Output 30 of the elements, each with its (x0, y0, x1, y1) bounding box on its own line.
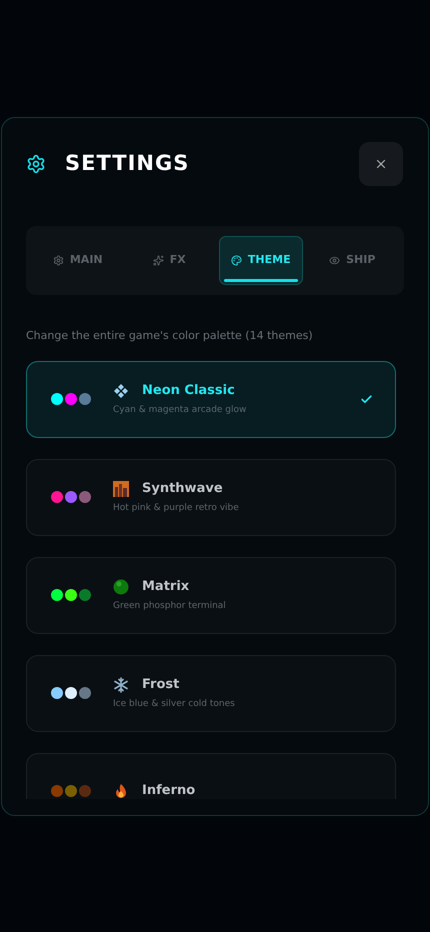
theme-subtitle: Green phosphor terminal (113, 600, 227, 612)
eye-icon (329, 255, 340, 266)
theme-name: Matrix (142, 578, 190, 596)
settings-icon (26, 154, 46, 174)
diamond-icon (113, 382, 129, 399)
theme-option[interactable]: Frost Ice blue & silver cold tones (26, 654, 396, 732)
sparkle-icon (152, 255, 164, 266)
theme-subtitle: Cyan & magenta arcade glow (113, 404, 248, 416)
theme-name: Inferno (142, 782, 196, 799)
close-button[interactable] (359, 142, 403, 186)
city-icon (113, 480, 129, 497)
theme-option[interactable]: Synthwave Hot pink & purple retro vibe (26, 458, 396, 536)
check-icon (360, 392, 373, 406)
ball-icon (113, 578, 129, 595)
theme-option[interactable]: Inferno (26, 752, 396, 799)
theme-subtitle: Hot pink & purple retro vibe (113, 502, 240, 514)
theme-option[interactable]: Matrix Green phosphor terminal (26, 556, 396, 634)
settings-title: SETTINGS (65, 150, 190, 178)
theme-name: Neon Classic (142, 382, 235, 400)
theme-subtitle: Ice blue & silver cold tones (113, 698, 236, 710)
flame-icon (113, 783, 129, 799)
palette-icon (230, 255, 242, 266)
description-text: Change the entire game's color palette (14 themes) (26, 328, 314, 344)
theme-name: Frost (142, 676, 180, 694)
theme-name: Synthwave (142, 480, 223, 498)
snowflake-icon (113, 676, 129, 693)
theme-option[interactable]: Neon Classic Cyan & magenta arcade glow (26, 360, 396, 438)
close-icon (374, 157, 388, 171)
tab[interactable]: THEME (219, 236, 302, 285)
gear-icon (52, 255, 64, 266)
